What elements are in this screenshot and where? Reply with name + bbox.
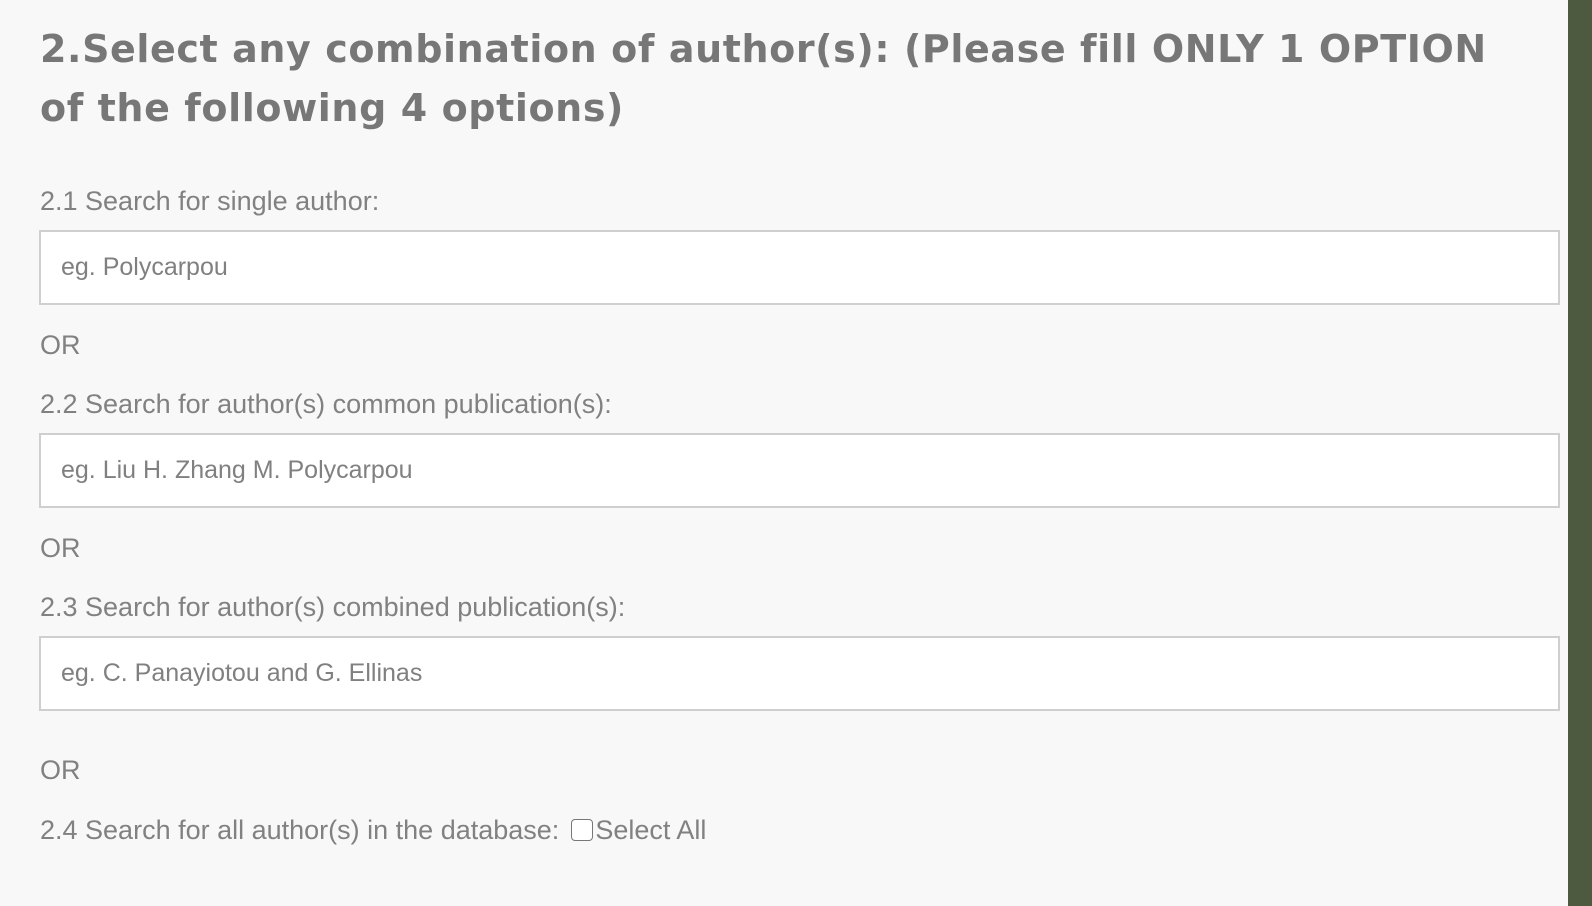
common-publications-label: 2.2 Search for author(s) common publicat…	[40, 389, 612, 419]
single-author-input[interactable]	[39, 230, 1560, 305]
combined-publications-input[interactable]	[39, 636, 1560, 711]
combined-publications-label: 2.3 Search for author(s) combined public…	[40, 592, 626, 622]
select-all-label[interactable]: Select All	[595, 815, 706, 846]
author-search-form: 2.Select any combination of author(s): (…	[0, 0, 1568, 906]
all-authors-label: 2.4 Search for all author(s) in the data…	[40, 814, 560, 845]
or-separator-2: OR	[40, 533, 81, 563]
select-all-checkbox[interactable]	[571, 819, 594, 841]
all-authors-row: 2.4 Search for all author(s) in the data…	[40, 812, 706, 848]
section-heading: 2.Select any combination of author(s): (…	[40, 27, 1487, 130]
single-author-label: 2.1 Search for single author:	[40, 186, 380, 216]
or-separator-1: OR	[40, 330, 81, 360]
common-publications-input[interactable]	[39, 433, 1560, 508]
or-separator-3: OR	[40, 755, 81, 785]
